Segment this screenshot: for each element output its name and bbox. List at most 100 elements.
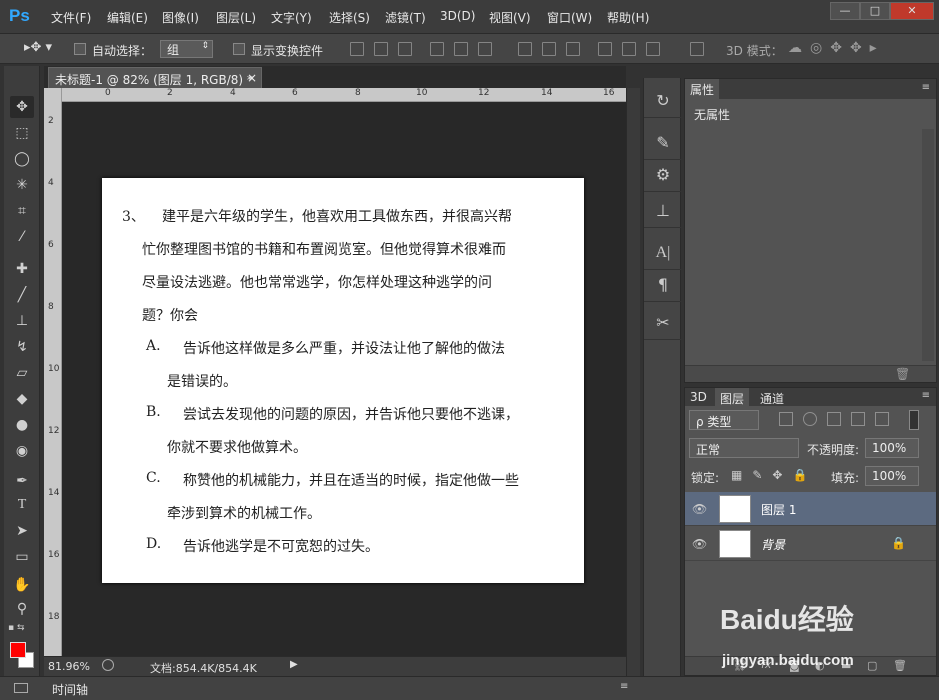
distribute-bottom-icon[interactable] <box>566 42 580 56</box>
path-selection-tool-icon[interactable]: ➤ <box>10 520 34 542</box>
filter-toggle-switch[interactable] <box>909 410 919 430</box>
tool-presets-icon[interactable]: ✂ <box>644 306 682 340</box>
opacity-input[interactable]: 100% <box>865 438 919 458</box>
filter-shape-icon[interactable] <box>851 412 865 426</box>
close-window-button[interactable]: ✕ <box>890 2 934 20</box>
filter-adjustment-icon[interactable] <box>803 412 817 426</box>
tab-properties[interactable]: 属性 <box>685 79 720 99</box>
filter-smart-object-icon[interactable] <box>875 412 889 426</box>
move-tool-preset-icon[interactable]: ▸✥ ▾ <box>24 40 52 55</box>
history-brush-tool-icon[interactable]: ↯ <box>10 336 34 358</box>
panel-menu-icon[interactable]: ≡ <box>922 82 930 93</box>
swap-colors-icon[interactable]: ▪ ⇆ <box>8 623 25 633</box>
lasso-tool-icon[interactable]: ◯ <box>10 148 34 170</box>
panel-menu-icon[interactable]: ≡ <box>922 390 930 401</box>
distribute-right-icon[interactable] <box>646 42 660 56</box>
eraser-tool-icon[interactable]: ▱ <box>10 362 34 384</box>
type-tool-icon[interactable]: T <box>10 494 34 516</box>
document-page[interactable]: 3、 建平是六年级的学生，他喜欢用工具做东西，并很高兴帮 忙你整理图书馆的书籍和… <box>102 178 584 583</box>
horizontal-ruler[interactable]: 0 2 4 6 8 10 12 14 16 <box>62 88 626 102</box>
align-hcenter-icon[interactable] <box>454 42 468 56</box>
menu-view[interactable]: 视图(V) <box>489 9 531 26</box>
lock-icons[interactable]: ▦✎✥🔒 <box>731 468 817 482</box>
tab-channels[interactable]: 通道 <box>755 388 789 408</box>
clone-source-icon[interactable]: ⊥ <box>644 194 682 228</box>
healing-brush-tool-icon[interactable]: ✚ <box>10 258 34 280</box>
auto-select-dropdown[interactable]: 组 ⇕ <box>160 40 213 58</box>
blur-tool-icon[interactable]: ● <box>10 414 34 436</box>
magic-wand-tool-icon[interactable]: ✳ <box>10 174 34 196</box>
brush-presets-icon[interactable]: ✎ <box>644 126 682 160</box>
adjustments-icon[interactable]: ⚙ <box>644 158 682 192</box>
zoom-tool-icon[interactable]: ⚲ <box>10 598 34 620</box>
menu-3d[interactable]: 3D(D) <box>440 9 475 23</box>
timeline-label[interactable]: 时间轴 <box>52 681 88 698</box>
layer-filter-dropdown[interactable]: ρ 类型 <box>689 410 759 430</box>
close-tab-icon[interactable]: × <box>247 71 257 85</box>
show-transform-checkbox[interactable] <box>233 43 245 55</box>
align-bottom-icon[interactable] <box>398 42 412 56</box>
menu-type[interactable]: 文字(Y) <box>271 9 312 26</box>
menu-help[interactable]: 帮助(H) <box>607 9 649 26</box>
vertical-ruler[interactable]: 2 4 6 8 10 12 14 16 18 <box>44 88 62 656</box>
menu-filter[interactable]: 滤镜(T) <box>385 9 426 26</box>
crop-tool-icon[interactable]: ⌗ <box>10 200 34 222</box>
blend-mode-dropdown[interactable]: 正常 <box>689 438 799 458</box>
ruler-h-label: 16 <box>603 88 615 98</box>
trash-icon[interactable]: 🗑 <box>895 367 910 381</box>
status-menu-arrow-icon[interactable]: ▶ <box>290 659 298 670</box>
brush-tool-icon[interactable]: ╱ <box>10 284 34 306</box>
zoom-level[interactable]: 81.96% <box>48 660 90 673</box>
vertical-scrollbar[interactable] <box>626 88 640 676</box>
timeline-icon <box>14 683 28 693</box>
move-tool-icon[interactable]: ✥ <box>10 96 34 118</box>
marquee-tool-icon[interactable]: ⬚ <box>10 122 34 144</box>
layer-name: 背景 <box>761 538 786 552</box>
layer-row-background[interactable]: 👁 背景 🔒 <box>685 527 936 561</box>
3d-mode-icons[interactable]: ☁◎✥✥▸ <box>788 40 885 56</box>
character-panel-icon[interactable]: A| <box>644 236 682 270</box>
align-top-icon[interactable] <box>350 42 364 56</box>
auto-align-icon[interactable] <box>690 42 704 56</box>
visibility-eye-icon[interactable]: 👁 <box>692 502 707 516</box>
rectangle-tool-icon[interactable]: ▭ <box>10 546 34 568</box>
tab-3d[interactable]: 3D <box>685 388 712 408</box>
tab-layers[interactable]: 图层 <box>715 388 750 408</box>
collapsed-panels-strip: ↻ ✎ ⚙ ⊥ A| ¶ ✂ <box>643 78 682 676</box>
menu-file[interactable]: 文件(F) <box>51 9 91 26</box>
auto-select-checkbox[interactable] <box>74 43 86 55</box>
pen-tool-icon[interactable]: ✒ <box>10 470 34 492</box>
distribute-top-icon[interactable] <box>518 42 532 56</box>
filter-type-icon[interactable] <box>827 412 841 426</box>
menu-layer[interactable]: 图层(L) <box>216 9 256 26</box>
align-vcenter-icon[interactable] <box>374 42 388 56</box>
foreground-color-front[interactable] <box>10 642 26 658</box>
visibility-eye-icon[interactable]: 👁 <box>692 537 707 551</box>
question-text: 建平是六年级的学生，他喜欢用工具做东西，并很高兴帮 <box>162 209 512 225</box>
menu-window[interactable]: 窗口(W) <box>547 9 592 26</box>
paint-bucket-tool-icon[interactable]: ◆ <box>10 388 34 410</box>
filter-pixel-icon[interactable] <box>779 412 793 426</box>
clone-stamp-tool-icon[interactable]: ⊥ <box>10 310 34 332</box>
distribute-vcenter-icon[interactable] <box>542 42 556 56</box>
history-panel-icon[interactable]: ↻ <box>644 84 682 118</box>
hand-tool-icon[interactable]: ✋ <box>10 574 34 596</box>
panel-menu-icon[interactable]: ≡ <box>620 681 628 692</box>
distribute-hcenter-icon[interactable] <box>622 42 636 56</box>
menu-edit[interactable]: 编辑(E) <box>107 9 148 26</box>
document-tab[interactable]: 未标题-1 @ 82% (图层 1, RGB/8) * × <box>48 67 262 88</box>
distribute-left-icon[interactable] <box>598 42 612 56</box>
eyedropper-tool-icon[interactable]: ⁄ <box>10 226 34 248</box>
layer-row-layer1[interactable]: 👁 图层 1 <box>685 492 936 526</box>
status-info-icon[interactable] <box>102 659 114 671</box>
align-right-icon[interactable] <box>478 42 492 56</box>
properties-scrollbar[interactable] <box>922 129 934 361</box>
dodge-tool-icon[interactable]: ◉ <box>10 440 34 462</box>
menu-select[interactable]: 选择(S) <box>329 9 370 26</box>
paragraph-panel-icon[interactable]: ¶ <box>644 268 682 302</box>
fill-input[interactable]: 100% <box>865 466 919 486</box>
maximize-button[interactable]: □ <box>860 2 890 20</box>
align-left-icon[interactable] <box>430 42 444 56</box>
minimize-button[interactable]: — <box>830 2 860 20</box>
menu-image[interactable]: 图像(I) <box>162 9 199 26</box>
